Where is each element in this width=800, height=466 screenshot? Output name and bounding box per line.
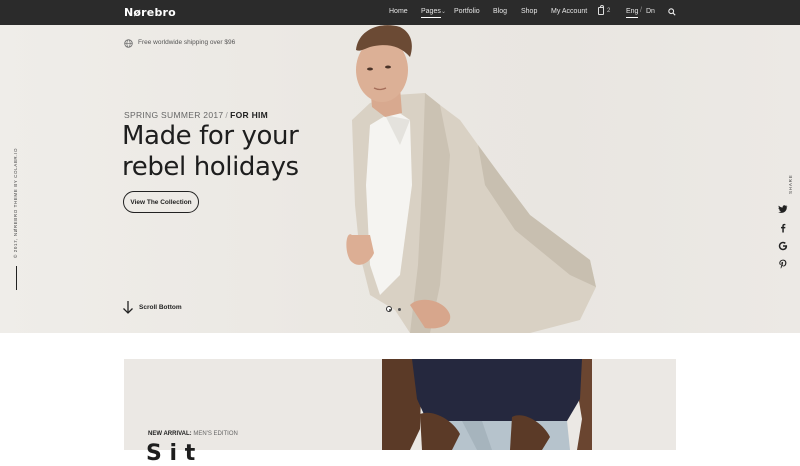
pinterest-icon[interactable] — [778, 259, 788, 269]
season-target: FOR HIM — [230, 110, 269, 120]
logo[interactable]: Nørebro — [124, 6, 176, 19]
new-arrival-model-image — [382, 359, 592, 450]
top-navbar: Nørebro Home Pages ⌄ Portfolio Blog Shop… — [0, 0, 800, 25]
nav-home[interactable]: Home — [389, 8, 408, 15]
nav-portfolio[interactable]: Portfolio — [454, 8, 480, 15]
lang-eng[interactable]: Eng — [626, 8, 639, 18]
hero-headline: Made for your rebel holidays — [122, 121, 382, 183]
view-collection-button[interactable]: View The Collection — [123, 191, 199, 213]
season-separator: / — [225, 110, 229, 120]
headline-line-1: Made for your — [122, 121, 299, 151]
nav-my-account[interactable]: My Account — [551, 8, 587, 15]
cart-icon[interactable] — [598, 5, 604, 15]
cart-count: 2 — [607, 8, 611, 14]
globe-icon — [124, 39, 133, 48]
nav-blog[interactable]: Blog — [493, 8, 507, 15]
arrival-value: MEN'S EDITION — [193, 431, 238, 437]
facebook-icon[interactable] — [778, 223, 788, 233]
new-arrival-label: NEW ARRIVAL: MEN'S EDITION — [148, 431, 238, 437]
scroll-bottom-link[interactable]: Scroll Bottom — [139, 304, 182, 311]
new-arrival-banner: NEW ARRIVAL: MEN'S EDITION S i t — [124, 359, 676, 465]
copyright-vertical: © 2017, NØREBRO THEME BY COLABR.IO — [13, 147, 18, 258]
lang-dn[interactable]: Dn — [646, 8, 655, 15]
lang-separator: / — [640, 7, 642, 14]
shipping-notice: Free worldwide shipping over $96 — [138, 39, 236, 46]
nav-pages[interactable]: Pages — [421, 8, 441, 18]
arrival-key: NEW ARRIVAL: — [148, 431, 192, 437]
season-text: SPRING SUMMER 2017 — [124, 110, 224, 120]
hero-banner: Free worldwide shipping over $96 SPRING … — [0, 25, 800, 333]
google-icon[interactable] — [778, 241, 788, 251]
nav-shop[interactable]: Shop — [521, 8, 537, 15]
share-label: SHARE — [788, 174, 793, 194]
season-label: SPRING SUMMER 2017/FOR HIM — [124, 110, 268, 120]
slider-dot-2[interactable] — [398, 307, 401, 311]
section2-title: S i t — [146, 441, 196, 466]
headline-line-2: rebel holidays — [122, 152, 299, 182]
slider-dot-1[interactable] — [386, 306, 392, 312]
twitter-icon[interactable] — [778, 204, 788, 214]
search-icon[interactable] — [668, 8, 676, 16]
arrow-down-icon[interactable] — [122, 300, 134, 314]
chevron-down-icon[interactable]: ⌄ — [441, 8, 446, 15]
side-divider — [16, 266, 17, 290]
